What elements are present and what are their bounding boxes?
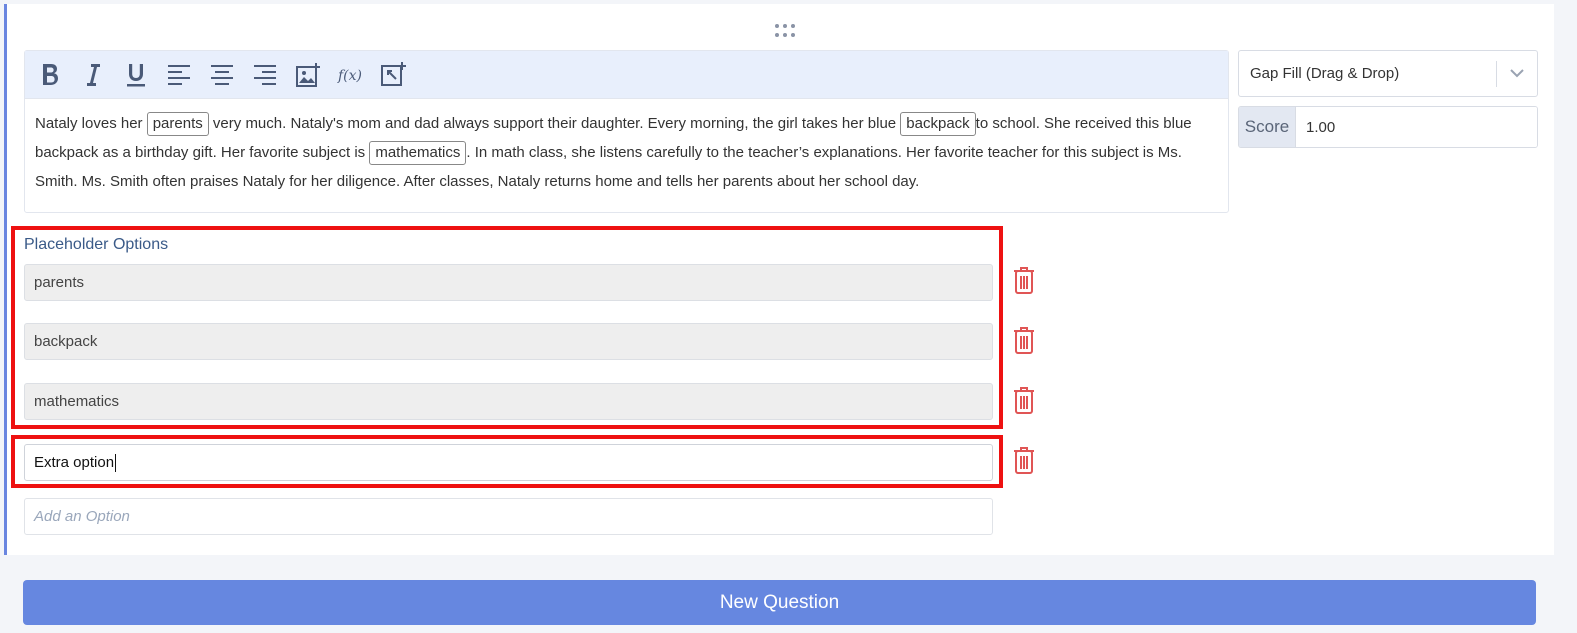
chevron-down-icon bbox=[1510, 69, 1524, 78]
option-field[interactable]: backpack bbox=[24, 323, 993, 360]
insert-media-icon[interactable] bbox=[377, 59, 410, 91]
insert-image-icon[interactable] bbox=[291, 59, 324, 91]
trash-icon[interactable] bbox=[1012, 265, 1036, 295]
editor-content[interactable]: Nataly loves her parents very much. Nata… bbox=[25, 99, 1228, 196]
trash-icon[interactable] bbox=[1012, 445, 1036, 475]
new-question-button[interactable]: New Question bbox=[23, 580, 1536, 625]
score-field: Score bbox=[1238, 106, 1538, 148]
formula-icon[interactable]: f(x) bbox=[334, 59, 367, 91]
align-left-icon[interactable] bbox=[162, 59, 195, 91]
extra-option-value: Extra option bbox=[34, 454, 115, 471]
placeholder-options-title: Placeholder Options bbox=[24, 236, 169, 253]
text-segment: very much. Nataly's mom and dad always s… bbox=[208, 115, 901, 132]
text-caret bbox=[115, 453, 117, 472]
align-center-icon[interactable] bbox=[205, 59, 238, 91]
bold-icon[interactable] bbox=[33, 59, 66, 91]
drag-handle-icon[interactable] bbox=[775, 24, 797, 38]
option-field[interactable]: parents bbox=[24, 264, 993, 301]
question-type-select[interactable]: Gap Fill (Drag & Drop) bbox=[1238, 50, 1538, 97]
trash-icon[interactable] bbox=[1012, 385, 1036, 415]
trash-icon[interactable] bbox=[1012, 325, 1036, 355]
score-label: Score bbox=[1239, 107, 1296, 147]
align-right-icon[interactable] bbox=[248, 59, 281, 91]
gap-placeholder[interactable]: backpack bbox=[900, 112, 976, 136]
add-option-input[interactable]: Add an Option bbox=[24, 498, 993, 535]
underline-icon[interactable] bbox=[119, 59, 152, 91]
select-divider bbox=[1496, 61, 1497, 87]
extra-option-field[interactable]: Extra option bbox=[24, 444, 993, 481]
gap-placeholder[interactable]: parents bbox=[146, 112, 209, 136]
editor-toolbar: f(x) bbox=[25, 51, 1228, 99]
gap-placeholder[interactable]: mathematics bbox=[369, 141, 467, 165]
italic-icon[interactable] bbox=[76, 59, 109, 91]
rich-text-editor[interactable]: f(x) Nataly loves her parents very much.… bbox=[24, 50, 1229, 213]
svg-text:f(x): f(x) bbox=[337, 68, 362, 84]
score-input[interactable] bbox=[1296, 107, 1537, 147]
question-type-value: Gap Fill (Drag & Drop) bbox=[1250, 65, 1400, 82]
text-segment: Nataly loves her bbox=[35, 115, 147, 132]
option-field[interactable]: mathematics bbox=[24, 383, 993, 420]
